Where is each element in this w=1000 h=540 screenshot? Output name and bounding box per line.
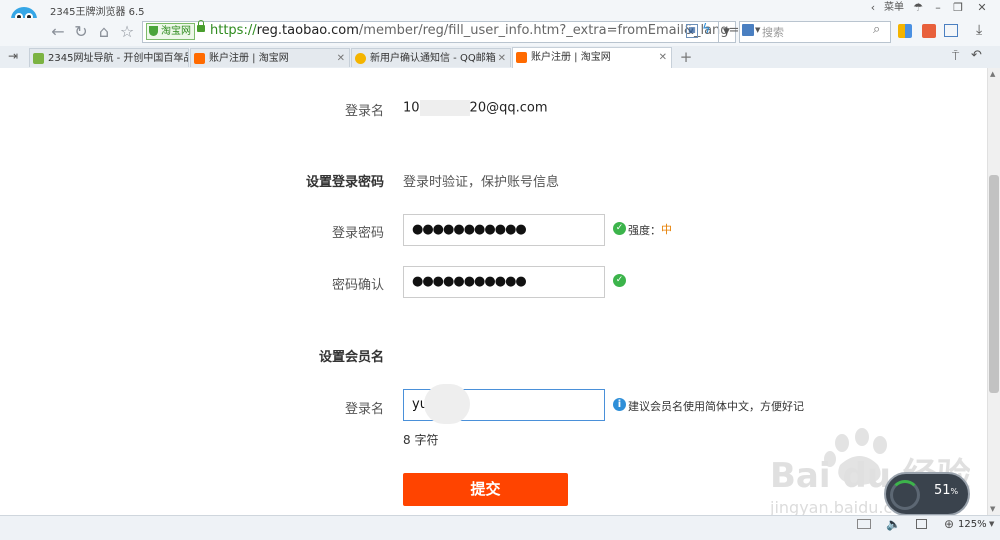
back-icon[interactable]: ← — [47, 21, 69, 43]
check-icon: ✓ — [613, 222, 626, 235]
chevron-down-icon[interactable]: ▼ — [755, 26, 760, 34]
qr-code-icon[interactable]: ▦ — [686, 24, 698, 38]
search-icon[interactable]: ⌕ — [873, 22, 880, 37]
submit-button[interactable]: 提交 — [403, 473, 568, 506]
home-icon[interactable]: ⌂ — [93, 21, 115, 43]
restore-icon[interactable]: ❐ — [950, 0, 966, 16]
tab-label: 账户注册 | 淘宝网 — [531, 52, 611, 63]
password-input[interactable]: ●●●●●●●●●●● — [403, 214, 605, 246]
blurred-region — [424, 384, 470, 424]
sidebar-toggle-icon[interactable]: ⇥ — [8, 49, 18, 63]
menu-button[interactable]: 菜单 — [882, 0, 906, 16]
tab-favicon-icon — [33, 53, 44, 64]
scroll-down-icon[interactable]: ▼ — [990, 505, 995, 513]
download-icon[interactable]: ⤓ — [976, 22, 982, 38]
undo-close-icon[interactable]: ↶ — [971, 48, 982, 63]
url-domain: reg.taobao.com — [256, 23, 359, 38]
lock-icon — [197, 20, 205, 32]
search-engine-icon[interactable] — [742, 24, 754, 36]
speed-unit: % — [950, 487, 959, 496]
dropdown-arrow-icon[interactable]: ▼ — [718, 22, 734, 42]
site-badge-label: 淘宝网 — [161, 26, 191, 37]
chevron-left-icon[interactable]: ‹ — [866, 0, 880, 16]
char-count: 8 字符 — [403, 433, 439, 447]
tab-2345-nav[interactable]: 2345网址导航 - 开创中国百年品 ✕ — [29, 48, 189, 67]
close-tab-icon[interactable]: ✕ — [659, 48, 667, 67]
zoom-level[interactable]: 125% — [958, 519, 987, 530]
strength-value: 中 — [661, 223, 672, 236]
speed-gauge-icon — [890, 480, 920, 510]
site-identity-badge[interactable]: 淘宝网 — [146, 23, 195, 40]
close-tab-icon[interactable]: ✕ — [337, 49, 345, 67]
scrollbar-thumb[interactable] — [989, 175, 999, 393]
chevron-down-icon[interactable]: ▼ — [989, 520, 994, 528]
tab-favicon-icon — [194, 53, 205, 64]
confirm-password-input[interactable]: ●●●●●●●●●●● — [403, 266, 605, 298]
scroll-up-icon[interactable]: ▲ — [990, 70, 995, 78]
search-placeholder: 搜索 — [762, 26, 784, 39]
member-name-hint: 建议会员名使用简体中文，方便好记 — [628, 400, 804, 413]
login-name-label: 登录名 — [344, 104, 384, 119]
apps-icon[interactable] — [898, 24, 912, 38]
tab-favicon-icon — [355, 53, 366, 64]
strength-label: 强度： — [628, 224, 661, 237]
tab-label: 2345网址导航 - 开创中国百年品 — [48, 53, 189, 64]
login-name-prefix: 10 — [403, 100, 420, 116]
screenshot-icon[interactable] — [944, 24, 958, 37]
tab-favicon-icon — [516, 52, 527, 63]
tab-label: 新用户确认通知信 - QQ邮箱 — [370, 53, 496, 64]
pin-icon[interactable]: ☂ — [910, 0, 926, 16]
password-section-title: 设置登录密码 — [305, 175, 384, 190]
blurred-region — [419, 100, 470, 116]
info-icon: i — [613, 398, 626, 411]
confirm-password-label: 密码确认 — [331, 278, 384, 293]
speed-number: 51 — [934, 483, 951, 498]
login-name-value: 10 20@qq.com — [403, 100, 548, 116]
tab-qq-mail[interactable]: 新用户确认通知信 - QQ邮箱 ✕ — [351, 48, 511, 67]
volume-icon[interactable]: 🔈 — [886, 517, 901, 531]
password-section-hint: 登录时验证，保护账号信息 — [403, 175, 560, 190]
close-window-icon[interactable]: ✕ — [972, 0, 992, 16]
refresh-icon[interactable]: ↻ — [70, 21, 92, 43]
pin-tab-icon[interactable]: ⍑ — [952, 49, 959, 64]
login-name-suffix: 20@qq.com — [469, 100, 548, 116]
window-mode-icon[interactable] — [916, 519, 927, 529]
shield-icon — [149, 26, 158, 36]
tab-label: 账户注册 | 淘宝网 — [209, 53, 289, 64]
password-label: 登录密码 — [331, 226, 384, 241]
close-tab-icon[interactable]: ✕ — [176, 49, 184, 67]
minimize-icon[interactable]: – — [930, 0, 946, 16]
game-icon[interactable] — [922, 24, 936, 38]
new-tab-button[interactable]: + — [676, 48, 696, 66]
lightning-icon[interactable]: ϟ — [702, 22, 711, 37]
zoom-icon[interactable]: ⊕ — [944, 517, 954, 531]
url-scheme: https:// — [210, 23, 257, 38]
member-name-label: 登录名 — [344, 402, 384, 417]
check-icon: ✓ — [613, 274, 626, 287]
tab-taobao-register[interactable]: 账户注册 | 淘宝网 ✕ — [190, 48, 350, 67]
keyboard-icon[interactable] — [857, 519, 871, 529]
close-tab-icon[interactable]: ✕ — [498, 49, 506, 67]
title-bar — [0, 0, 1000, 18]
member-section-title: 设置会员名 — [318, 350, 384, 365]
favorite-star-icon[interactable]: ☆ — [116, 21, 138, 43]
url-text[interactable]: https://reg.taobao.com/member/reg/fill_u… — [210, 23, 767, 38]
speed-value: 51% — [934, 483, 958, 498]
window-title: 2345王牌浏览器 6.5 — [50, 7, 145, 18]
status-bar — [0, 515, 1000, 540]
tab-taobao-register-active[interactable]: 账户注册 | 淘宝网 ✕ — [512, 47, 672, 68]
